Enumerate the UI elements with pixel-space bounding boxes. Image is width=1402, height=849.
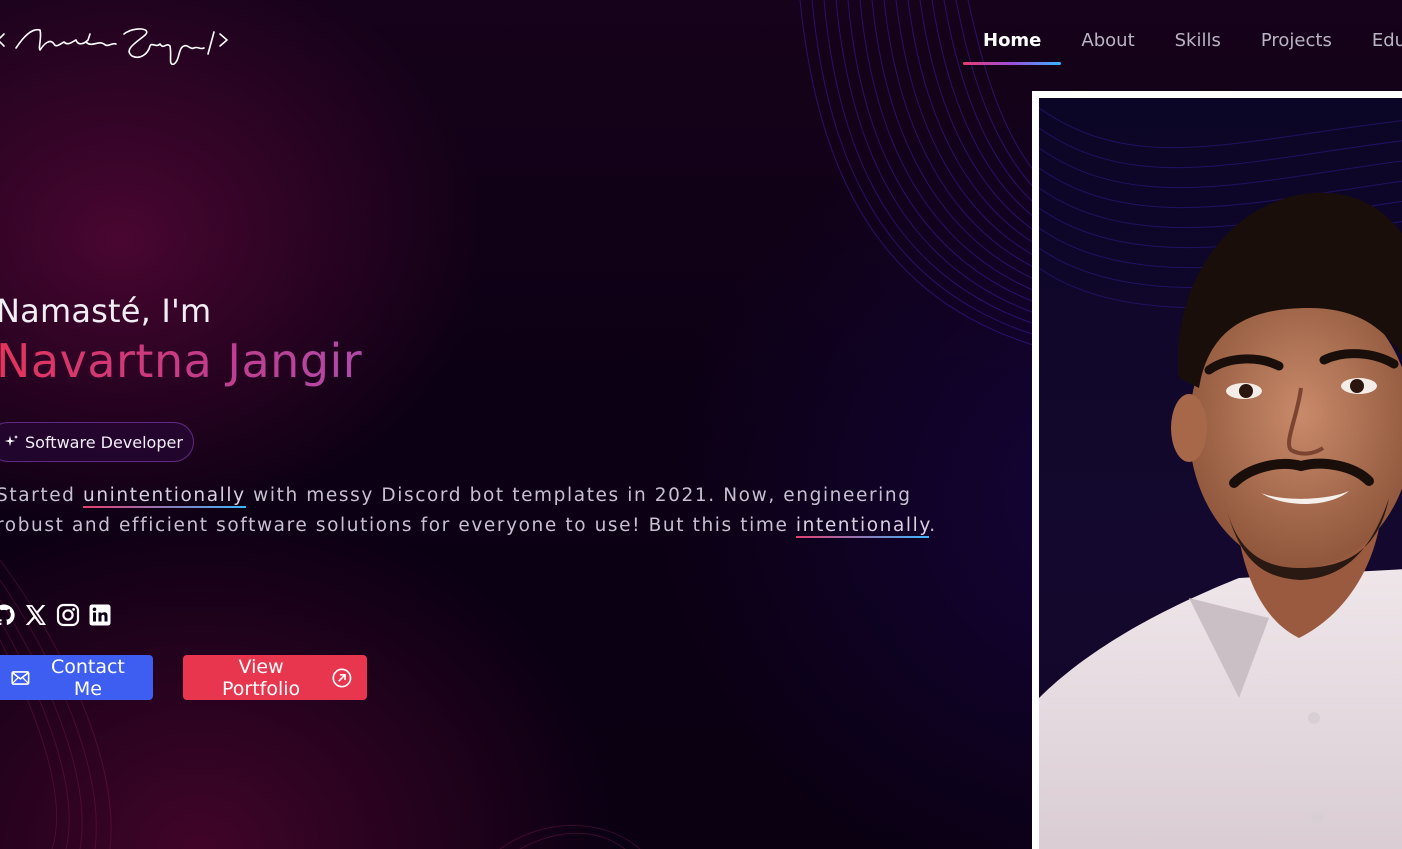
hero-name: Navartna Jangir — [0, 334, 362, 388]
role-badge: Software Developer — [0, 422, 194, 462]
page: Home About Skills Projects Educa Namasté… — [0, 0, 1402, 849]
x-icon[interactable] — [24, 603, 48, 627]
view-portfolio-label: View Portfolio — [222, 655, 301, 700]
nav-item-home[interactable]: Home — [963, 28, 1062, 65]
bio-highlight-unintentionally: unintentionally — [83, 485, 246, 508]
main-nav: Home About Skills Projects Educa — [963, 28, 1402, 65]
hero-greeting: Namasté, I'm — [0, 292, 212, 330]
social-links — [0, 603, 112, 627]
profile-photo — [1032, 91, 1402, 849]
bio-text-3: . — [929, 515, 937, 536]
mail-icon — [11, 670, 30, 685]
bio-highlight-intentionally: intentionally — [795, 515, 930, 538]
view-portfolio-button[interactable]: View Portfolio — [183, 655, 367, 700]
nav-item-about[interactable]: About — [1061, 28, 1154, 65]
contact-me-label: Contact Me — [50, 655, 125, 700]
arrow-up-right-circle-icon — [332, 668, 352, 687]
role-label: Software Developer — [25, 432, 183, 452]
instagram-icon[interactable] — [56, 603, 80, 627]
linkedin-icon[interactable] — [88, 603, 112, 627]
logo[interactable] — [0, 20, 244, 70]
nav-item-skills[interactable]: Skills — [1155, 28, 1241, 65]
nav-item-projects[interactable]: Projects — [1241, 28, 1352, 65]
github-icon[interactable] — [0, 603, 16, 627]
profile-portrait-illustration — [1039, 107, 1402, 849]
contact-me-button[interactable]: Contact Me — [0, 655, 153, 700]
nav-item-education[interactable]: Educa — [1352, 28, 1402, 65]
sparkle-icon — [4, 435, 18, 447]
bio-text-1: Started — [0, 485, 83, 506]
hero-bio: Started unintentionally with messy Disco… — [0, 481, 956, 541]
